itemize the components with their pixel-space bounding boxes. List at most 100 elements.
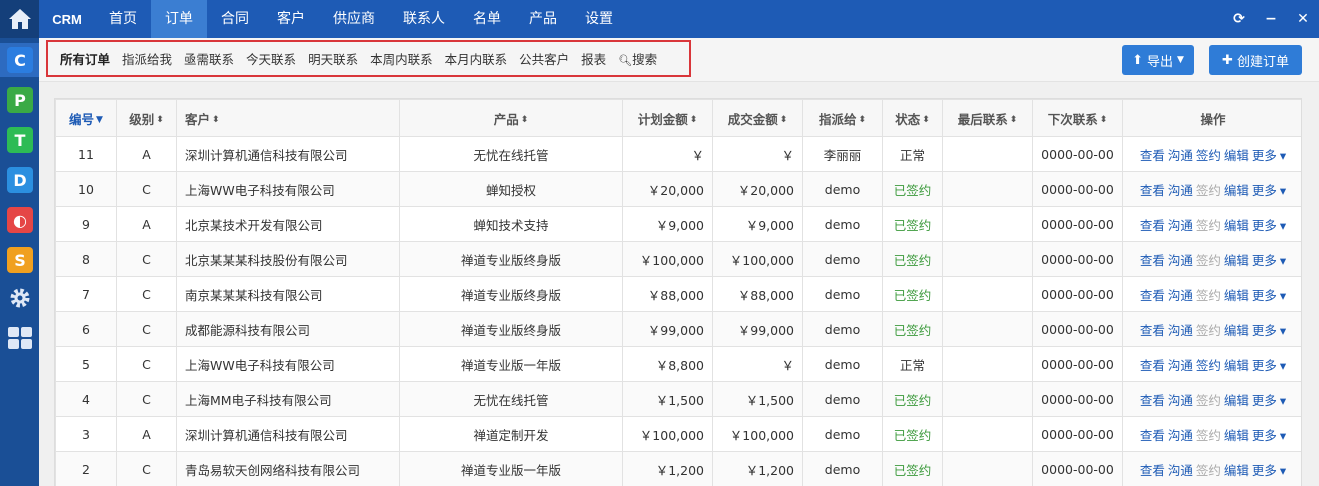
nav-item-4[interactable]: 供应商 [319, 0, 389, 38]
action-1[interactable]: 沟通 [1168, 358, 1193, 373]
filter-5[interactable]: 本周内联系 [364, 49, 439, 68]
filter-4[interactable]: 明天联系 [302, 49, 364, 68]
filter-6[interactable]: 本月内联系 [439, 49, 514, 68]
column-header-3[interactable]: 产品 ⬍ [399, 99, 623, 137]
action-1[interactable]: 沟通 [1168, 218, 1193, 233]
action-2[interactable]: 签约 [1196, 428, 1221, 443]
action-2[interactable]: 签约 [1196, 253, 1221, 268]
action-0[interactable]: 查看 [1140, 323, 1165, 338]
grid-apps-icon[interactable] [7, 325, 33, 351]
filter-1[interactable]: 指派给我 [116, 49, 178, 68]
filter-7[interactable]: 公共客户 [513, 49, 575, 68]
home-button[interactable] [0, 0, 39, 38]
nav-item-3[interactable]: 客户 [263, 0, 319, 38]
nav-item-8[interactable]: 设置 [571, 0, 627, 38]
action-0[interactable]: 查看 [1140, 358, 1165, 373]
table-cell: ￥1,500 [712, 381, 803, 417]
action-2[interactable]: 签约 [1196, 218, 1221, 233]
action-3[interactable]: 编辑 [1224, 253, 1249, 268]
nav-item-2[interactable]: 合同 [207, 0, 263, 38]
column-header-2[interactable]: 客户 ⬍ [176, 99, 400, 137]
action-1[interactable]: 沟通 [1168, 253, 1193, 268]
filter-3[interactable]: 今天联系 [240, 49, 302, 68]
action-4[interactable]: 更多 [1252, 148, 1277, 163]
column-header-5[interactable]: 成交金额 ⬍ [712, 99, 803, 137]
o-app-icon[interactable]: ◐ [7, 207, 33, 233]
gear-icon[interactable] [7, 285, 33, 311]
action-4[interactable]: 更多 [1252, 288, 1277, 303]
action-3[interactable]: 编辑 [1224, 288, 1249, 303]
action-4[interactable]: 更多 [1252, 393, 1277, 408]
filter-8[interactable]: 报表 [575, 49, 612, 68]
action-1[interactable]: 沟通 [1168, 183, 1193, 198]
table-cell: 已签约 [882, 171, 943, 207]
create-order-button[interactable]: ✚ 创建订单 [1209, 45, 1302, 75]
action-4[interactable]: 更多 [1252, 218, 1277, 233]
action-1[interactable]: 沟通 [1168, 323, 1193, 338]
action-0[interactable]: 查看 [1140, 183, 1165, 198]
table-row: 6 C 成都能源科技有限公司 禅道专业版终身版 ￥99,000 ￥99,000 demo 已签… [55, 311, 1301, 347]
action-2[interactable]: 签约 [1196, 463, 1221, 478]
action-3[interactable]: 编辑 [1224, 218, 1249, 233]
action-2[interactable]: 签约 [1196, 148, 1221, 163]
table-cell: C [116, 241, 177, 277]
export-button[interactable]: ⬆ 导出 ▼ [1122, 45, 1194, 75]
t-app-icon[interactable]: T [7, 127, 33, 153]
action-4[interactable]: 更多 [1252, 323, 1277, 338]
action-4[interactable]: 更多 [1252, 253, 1277, 268]
close-icon[interactable]: ✕ [1287, 11, 1319, 27]
action-4[interactable]: 更多 [1252, 183, 1277, 198]
action-0[interactable]: 查看 [1140, 393, 1165, 408]
action-0[interactable]: 查看 [1140, 463, 1165, 478]
action-3[interactable]: 编辑 [1224, 148, 1249, 163]
filter-0[interactable]: 所有订单 [54, 49, 116, 68]
action-0[interactable]: 查看 [1140, 218, 1165, 233]
column-header-7[interactable]: 状态 ⬍ [882, 99, 943, 137]
search-filter[interactable]: 🔍︎搜索 [612, 49, 663, 68]
filter-2[interactable]: 亟需联系 [178, 49, 240, 68]
action-3[interactable]: 编辑 [1224, 323, 1249, 338]
action-1[interactable]: 沟通 [1168, 393, 1193, 408]
nav-item-0[interactable]: 首页 [95, 0, 151, 38]
table-cell: ￥1,200 [622, 451, 713, 486]
d-app-icon[interactable]: D [7, 167, 33, 193]
action-3[interactable]: 编辑 [1224, 183, 1249, 198]
column-header-4[interactable]: 计划金额 ⬍ [622, 99, 713, 137]
action-3[interactable]: 编辑 [1224, 428, 1249, 443]
s-app-icon[interactable]: S [7, 247, 33, 273]
column-header-8[interactable]: 最后联系 ⬍ [942, 99, 1033, 137]
table-cell: ￥9,000 [712, 206, 803, 242]
column-header-1[interactable]: 级别 ⬍ [116, 99, 177, 137]
action-2[interactable]: 签约 [1196, 323, 1221, 338]
caret-down-icon: ▾ [1279, 322, 1287, 338]
action-0[interactable]: 查看 [1140, 428, 1165, 443]
refresh-icon[interactable]: ⟳ [1223, 11, 1255, 27]
column-header-9[interactable]: 下次联系 ⬍ [1032, 99, 1123, 137]
action-2[interactable]: 签约 [1196, 358, 1221, 373]
action-3[interactable]: 编辑 [1224, 358, 1249, 373]
action-4[interactable]: 更多 [1252, 358, 1277, 373]
action-0[interactable]: 查看 [1140, 253, 1165, 268]
action-2[interactable]: 签约 [1196, 393, 1221, 408]
column-header-0[interactable]: 编号 ▼ [55, 99, 117, 137]
p-app-icon[interactable]: P [7, 87, 33, 113]
action-0[interactable]: 查看 [1140, 148, 1165, 163]
action-4[interactable]: 更多 [1252, 463, 1277, 478]
action-1[interactable]: 沟通 [1168, 288, 1193, 303]
action-1[interactable]: 沟通 [1168, 463, 1193, 478]
nav-item-5[interactable]: 联系人 [389, 0, 459, 38]
nav-item-1[interactable]: 订单 [151, 0, 207, 38]
action-1[interactable]: 沟通 [1168, 428, 1193, 443]
action-1[interactable]: 沟通 [1168, 148, 1193, 163]
minimize-icon[interactable]: − [1255, 11, 1287, 27]
action-3[interactable]: 编辑 [1224, 393, 1249, 408]
action-2[interactable]: 签约 [1196, 288, 1221, 303]
nav-item-6[interactable]: 名单 [459, 0, 515, 38]
action-4[interactable]: 更多 [1252, 428, 1277, 443]
nav-item-7[interactable]: 产品 [515, 0, 571, 38]
column-header-6[interactable]: 指派给 ⬍ [802, 99, 883, 137]
action-3[interactable]: 编辑 [1224, 463, 1249, 478]
action-0[interactable]: 查看 [1140, 288, 1165, 303]
action-2[interactable]: 签约 [1196, 183, 1221, 198]
c-app-icon[interactable]: C [7, 47, 33, 73]
